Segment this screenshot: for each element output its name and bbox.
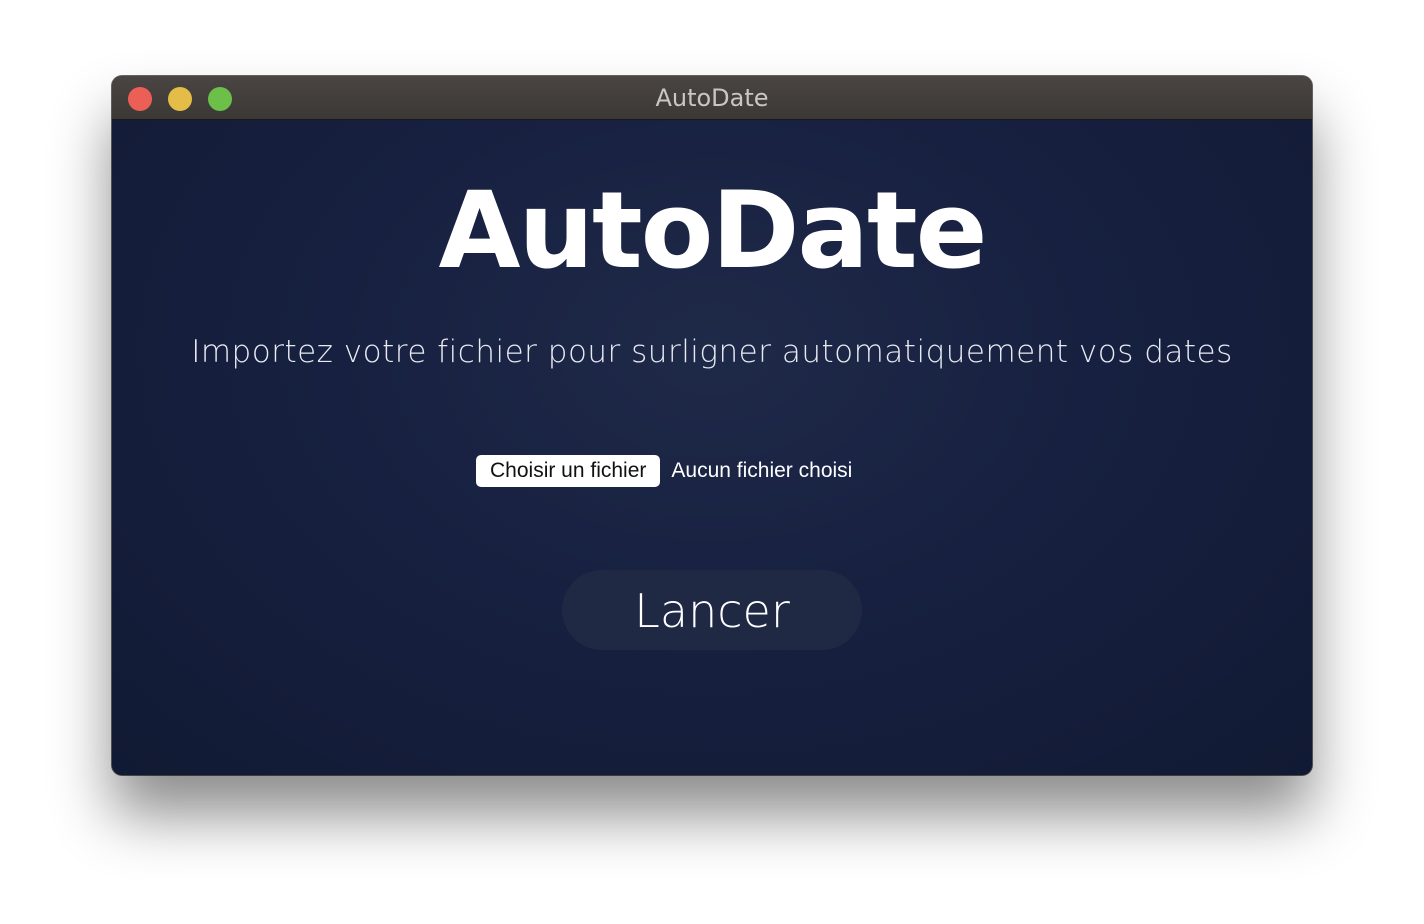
launch-button[interactable]: Lancer [562,570,862,650]
file-input: Choisir un fichier Aucun fichier choisi [476,455,852,487]
page-subtitle: Importez votre fichier pour surligner au… [191,334,1233,370]
title-bar[interactable]: AutoDate [112,76,1312,120]
main-content: AutoDate Importez votre fichier pour sur… [112,120,1312,775]
file-status-label: Aucun fichier choisi [671,459,853,482]
choose-file-button[interactable]: Choisir un fichier [476,455,661,487]
app-window: AutoDate AutoDate Importez votre fichier… [112,76,1312,775]
window-title: AutoDate [655,84,769,112]
page-title: AutoDate [438,169,987,292]
